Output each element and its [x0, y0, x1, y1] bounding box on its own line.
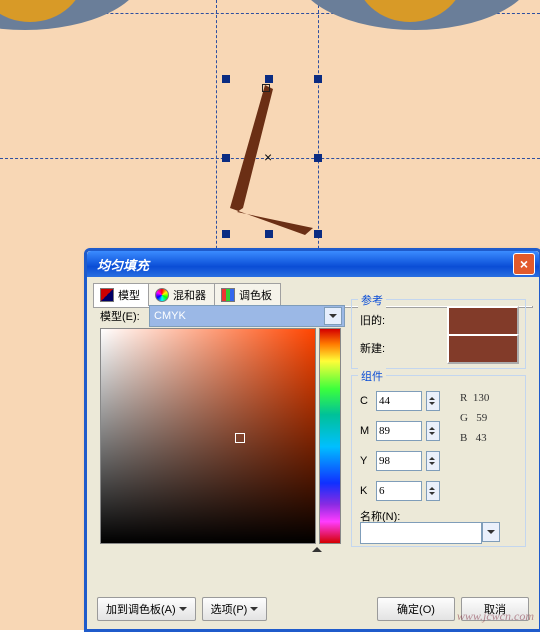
model-dropdown[interactable]: CMYK: [149, 305, 345, 327]
illustration-eye-left: [0, 0, 150, 90]
uniform-fill-dialog: 均匀填充 × 模型 混和器 调色板 模型(E): CMYK 参考 旧的: 新建:…: [84, 248, 540, 632]
y-input[interactable]: [376, 451, 422, 471]
options-button[interactable]: 选项(P): [202, 597, 268, 621]
illustration-eye-right: [290, 0, 540, 90]
old-label: 旧的:: [360, 312, 385, 328]
center-marker: ×: [264, 150, 272, 164]
ok-button[interactable]: 确定(O): [377, 597, 455, 621]
chevron-down-icon: [179, 607, 187, 615]
selection-handle[interactable]: [265, 75, 273, 83]
model-label: 模型(E):: [100, 308, 140, 324]
components-legend: 组件: [358, 368, 386, 384]
path-node[interactable]: [262, 84, 270, 92]
m-input[interactable]: [376, 421, 422, 441]
color-name-input[interactable]: [360, 522, 482, 544]
add-to-palette-button[interactable]: 加到调色板(A): [97, 597, 196, 621]
hue-slider[interactable]: [319, 328, 341, 544]
model-value: CMYK: [154, 310, 186, 322]
selection-handle[interactable]: [222, 154, 230, 162]
selected-nose-shape[interactable]: [225, 80, 325, 240]
old-color-swatch: [447, 306, 519, 336]
reference-legend: 参考: [358, 292, 386, 308]
selection-handle[interactable]: [314, 230, 322, 238]
b-value: 43: [476, 432, 487, 444]
k-input[interactable]: [376, 481, 422, 501]
k-label: K: [360, 485, 372, 497]
c-label: C: [360, 395, 372, 407]
selection-handle[interactable]: [222, 75, 230, 83]
hue-marker[interactable]: [312, 542, 322, 552]
model-tab-icon: [100, 288, 114, 302]
chevron-down-icon: [487, 530, 495, 538]
chevron-down-icon: [250, 607, 258, 615]
y-spinner[interactable]: [426, 451, 440, 471]
dialog-title: 均匀填充: [97, 255, 149, 274]
color-name-dropdown[interactable]: [482, 522, 500, 542]
g-value: 59: [476, 412, 487, 424]
dropdown-button[interactable]: [324, 307, 342, 325]
mixer-tab-icon: [155, 288, 169, 302]
b-label: B: [460, 432, 467, 444]
selection-handle[interactable]: [314, 154, 322, 162]
color-picker-area[interactable]: [100, 328, 316, 544]
close-icon: ×: [520, 257, 528, 271]
tab-label: 模型: [118, 287, 140, 303]
chevron-down-icon: [329, 314, 337, 322]
picker-cursor[interactable]: [235, 433, 245, 443]
components-group: 组件 C M Y K R 130 G 59 B 43 名称(N):: [351, 375, 526, 547]
r-label: R: [460, 392, 467, 404]
r-value: 130: [473, 392, 490, 404]
selection-handle[interactable]: [314, 75, 322, 83]
watermark: www.jcwcn.com: [457, 609, 534, 624]
reference-group: 参考 旧的: 新建:: [351, 299, 526, 369]
selection-handle[interactable]: [222, 230, 230, 238]
selection-handle[interactable]: [265, 230, 273, 238]
new-color-swatch: [447, 334, 519, 364]
tab-mixer[interactable]: 混和器: [148, 283, 215, 306]
g-label: G: [460, 412, 468, 424]
m-spinner[interactable]: [426, 421, 440, 441]
k-spinner[interactable]: [426, 481, 440, 501]
tab-palette[interactable]: 调色板: [214, 283, 281, 306]
c-input[interactable]: [376, 391, 422, 411]
m-label: M: [360, 425, 372, 437]
tab-label: 混和器: [173, 287, 206, 303]
c-spinner[interactable]: [426, 391, 440, 411]
palette-tab-icon: [221, 288, 235, 302]
dialog-titlebar[interactable]: 均匀填充 ×: [87, 251, 539, 277]
close-button[interactable]: ×: [513, 253, 535, 275]
new-label: 新建:: [360, 340, 385, 356]
y-label: Y: [360, 455, 372, 467]
tab-model[interactable]: 模型: [93, 283, 149, 306]
tab-label: 调色板: [239, 287, 272, 303]
